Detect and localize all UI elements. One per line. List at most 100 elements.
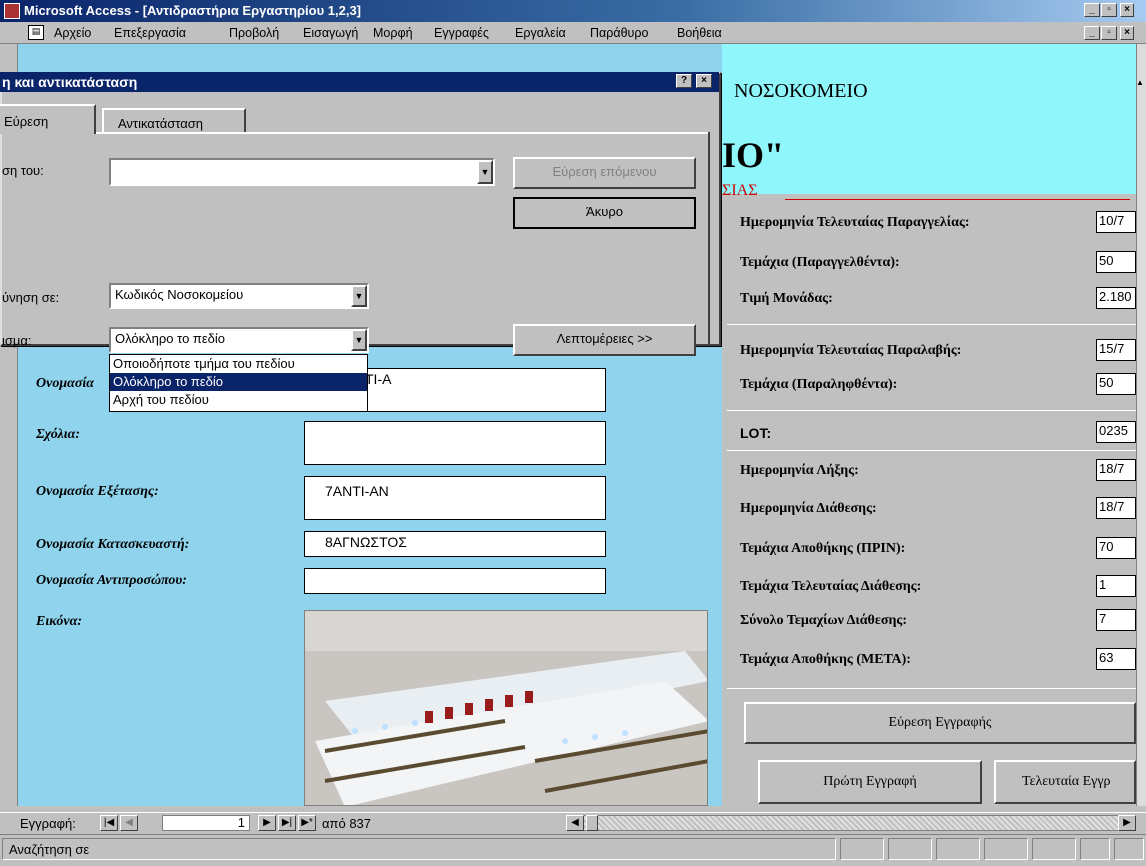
total-dispatched-field[interactable]: 7	[1096, 609, 1136, 631]
status-pane	[840, 838, 884, 860]
help-button[interactable]: ?	[676, 74, 692, 88]
scroll-left-icon[interactable]: ◀	[566, 815, 584, 831]
status-pane	[984, 838, 1028, 860]
manufacturer-field[interactable]: 8ΑΓΝΩΣΤΟΣ	[304, 531, 606, 557]
next-record-icon[interactable]: ▶	[258, 815, 276, 831]
record-navigation-bar: Εγγραφή: |◀ ◀ 1 ▶ ▶| ▶* από 837 ◀ ▶	[0, 812, 1146, 832]
chevron-down-icon[interactable]: ▼	[351, 285, 367, 307]
find-next-button[interactable]: Εύρεση επόμενου	[513, 157, 696, 189]
last-receipt-date-label: Ημερομηνία Τελευταίας Παραλαβής:	[740, 343, 962, 358]
unit-price-label: Τιμή Μονάδας:	[740, 291, 833, 306]
lot-field[interactable]: 0235	[1096, 421, 1136, 443]
menu-view[interactable]: Προβολή	[229, 26, 279, 40]
window-title: Microsoft Access - [Αντιδραστήρια Εργαστ…	[24, 3, 361, 18]
tab-find[interactable]: Εύρεση	[0, 104, 96, 134]
stock-before-field[interactable]: 70	[1096, 537, 1136, 559]
divider	[727, 450, 1136, 451]
cancel-button[interactable]: Άκυρο	[513, 197, 696, 229]
record-count: από 837	[322, 816, 372, 831]
chevron-down-icon[interactable]: ▼	[351, 329, 367, 351]
expiry-date-field[interactable]: 18/7	[1096, 459, 1136, 481]
ordered-qty-field[interactable]: 50	[1096, 251, 1136, 273]
last-order-date-field[interactable]: 10/7	[1096, 211, 1136, 233]
lot-label: LOT:	[740, 425, 772, 441]
record-label: Εγγραφή:	[20, 816, 76, 831]
exam-name-label: Ονομασία Εξέτασης:	[36, 484, 159, 499]
reagent-rack-photo[interactable]	[304, 610, 708, 806]
dialog-close-button[interactable]: ×	[696, 74, 712, 88]
first-record-icon[interactable]: |◀	[100, 815, 118, 831]
dispatch-date-field[interactable]: 18/7	[1096, 497, 1136, 519]
dispatch-date-label: Ημερομηνία Διάθεσης:	[740, 501, 877, 516]
status-pane	[936, 838, 980, 860]
representative-field[interactable]	[304, 568, 606, 594]
department-underline	[785, 199, 1130, 200]
menu-window[interactable]: Παράθυρο	[590, 26, 648, 40]
last-record-button[interactable]: Τελευταία Εγγρ	[994, 760, 1136, 804]
last-order-date-label: Ημερομηνία Τελευταίας Παραγγελίας:	[740, 215, 970, 230]
scroll-thumb[interactable]	[586, 815, 598, 831]
unit-price-field[interactable]: 2.180	[1096, 287, 1136, 309]
new-record-icon[interactable]: ▶*	[298, 815, 316, 831]
option-any-part[interactable]: Οποιοδήποτε τμήμα του πεδίου	[110, 355, 367, 373]
representative-label: Ονομασία Αντιπροσώπου:	[36, 573, 187, 588]
scroll-right-icon[interactable]: ▶	[1118, 815, 1136, 831]
form-icon[interactable]: ▤	[28, 25, 44, 40]
chevron-down-icon[interactable]: ▼	[477, 160, 493, 184]
image-label: Εικόνα:	[36, 614, 82, 629]
status-pane	[1032, 838, 1076, 860]
match-label: ισμα:	[2, 333, 32, 348]
stock-after-field[interactable]: 63	[1096, 648, 1136, 670]
menu-tools[interactable]: Εργαλεία	[515, 26, 566, 40]
last-receipt-date-field[interactable]: 15/7	[1096, 339, 1136, 361]
tab-replace-label: Αντικατάσταση	[118, 116, 204, 131]
doc-restore-button[interactable]: ▫	[1101, 26, 1117, 40]
tab-border	[96, 132, 710, 134]
title-bar: Microsoft Access - [Αντιδραστήρια Εργαστ…	[0, 0, 1146, 22]
horizontal-scrollbar[interactable]	[566, 815, 1136, 831]
find-what-label: ση του:	[2, 163, 44, 178]
menu-format[interactable]: Μορφή	[373, 26, 413, 40]
divider	[727, 324, 1136, 325]
match-select[interactable]: Ολόκληρο το πεδίο	[109, 327, 369, 353]
look-in-label: ύνηση σε:	[2, 290, 60, 305]
first-record-button[interactable]: Πρώτη Εγγραφή	[758, 760, 982, 804]
comments-label: Σχόλια:	[36, 427, 81, 442]
doc-minimize-button[interactable]: _	[1084, 26, 1100, 40]
maximize-button[interactable]: ▫	[1101, 3, 1117, 17]
find-record-button[interactable]: Εύρεση Εγγραφής	[744, 702, 1136, 744]
last-dispatch-qty-field[interactable]: 1	[1096, 575, 1136, 597]
comments-field[interactable]	[304, 421, 606, 465]
status-bar: Αναζήτηση σε	[0, 834, 1146, 866]
dialog-title-bar[interactable]: η και αντικατάσταση ? ×	[0, 72, 719, 92]
previous-record-icon[interactable]: ◀	[120, 815, 138, 831]
menu-help[interactable]: Βοήθεια	[677, 26, 722, 40]
received-qty-label: Τεμάχια (Παραληφθέντα):	[740, 377, 898, 392]
tab-replace[interactable]: Αντικατάσταση	[102, 108, 246, 132]
last-dispatch-qty-label: Τεμάχια Τελευταίας Διάθεσης:	[740, 579, 922, 594]
close-button[interactable]: ×	[1120, 3, 1134, 17]
status-pane	[1114, 838, 1144, 860]
menu-edit[interactable]: Επεξεργασία	[114, 26, 186, 40]
menu-insert[interactable]: Εισαγωγή	[303, 26, 358, 40]
doc-close-button[interactable]: ×	[1120, 26, 1134, 40]
find-what-input[interactable]	[109, 158, 495, 186]
hospital-title: ΝΟΣΟΚΟΜΕΙΟ	[734, 80, 868, 102]
vertical-scrollbar[interactable]	[1136, 44, 1146, 806]
option-start-of-field[interactable]: Αρχή του πεδίου	[110, 391, 367, 409]
received-qty-field[interactable]: 50	[1096, 373, 1136, 395]
current-record-field[interactable]: 1	[162, 815, 250, 831]
exam-name-field[interactable]: 7ΑΝΤΙ-ΑΝ	[304, 476, 606, 520]
look-in-select[interactable]: Κωδικός Νοσοκομείου	[109, 283, 369, 309]
option-whole-field[interactable]: Ολόκληρο το πεδίο	[110, 373, 367, 391]
last-record-icon[interactable]: ▶|	[278, 815, 296, 831]
form-header	[722, 44, 1136, 194]
stock-before-label: Τεμάχια Αποθήκης (ΠΡΙΝ):	[740, 541, 906, 556]
minimize-button[interactable]: _	[1084, 3, 1100, 17]
menu-records[interactable]: Εγγραφές	[434, 26, 489, 40]
more-options-button[interactable]: Λεπτομέρειες >>	[513, 324, 696, 356]
menu-file[interactable]: Αρχείο	[54, 26, 91, 40]
scroll-up-icon[interactable]: ▲	[1136, 78, 1146, 92]
total-dispatched-label: Σύνολο Τεμαχίων Διάθεσης:	[740, 613, 907, 628]
access-app-icon[interactable]	[4, 3, 20, 19]
